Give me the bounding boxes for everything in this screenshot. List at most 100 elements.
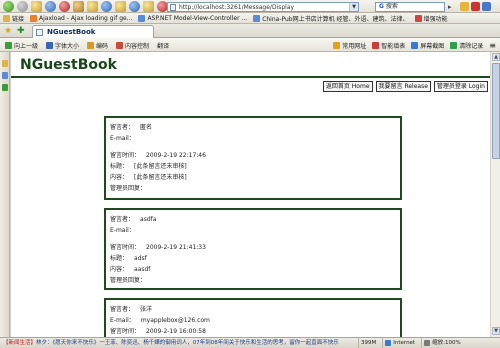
admin-login-button[interactable]: 管理员登录 Login (433, 81, 488, 92)
message-entry: 留言者： 张洋 E-mail： myapplebox@126.com 留言时间： 20… (104, 298, 402, 337)
search-placeholder: 搜索 (385, 3, 398, 10)
home-icon[interactable] (73, 0, 84, 12)
links-item-enhance[interactable]: 增强功能 (414, 14, 448, 23)
status-bar: 【新闻生活】林夕：《愿天你来不快乐》一王菲、陈奕迅、杨千嬅的御用词人，07年到0… (0, 337, 500, 348)
address-url[interactable]: http://localhost:3261/Message/Display (179, 4, 349, 11)
page-viewport: NGuestBook 返回首页 Home 我要留言 Release 管理员登录 … (11, 52, 490, 337)
page-icon (36, 29, 43, 36)
time-value: 2009-2-19 21:41:33 (146, 244, 206, 251)
search-go-icon[interactable]: ▸ (448, 2, 457, 12)
zone-indicator: Internet (382, 338, 417, 348)
subject-value: [此条留言还未审核] (134, 163, 187, 170)
message-entry: 留言者： 匿名 E-mail： 留言时间： 2009-2-19 22:17:46 标… (104, 116, 402, 200)
status-message[interactable]: 【新闻生活】林夕：《愿天你来不快乐》一王菲、陈奕迅、杨千嬅的御用词人，07年到0… (3, 338, 353, 348)
menu-icon[interactable]: ≡ (489, 42, 496, 50)
site-nav: 返回首页 Home 我要留言 Release 管理员登录 Login (322, 81, 488, 92)
person-icon[interactable] (2, 72, 8, 79)
scroll-down-icon[interactable]: ▼ (492, 327, 500, 335)
stop-icon[interactable] (59, 0, 70, 12)
reply-row: 管理员回复： (110, 185, 147, 192)
scrollbar-thumb[interactable] (492, 63, 500, 159)
magnifier-icon (424, 340, 431, 346)
autofill-icon (372, 42, 380, 49)
author-value: 匿名 (140, 124, 153, 131)
tab-row: ★ ✚ NGuestBook (0, 24, 500, 38)
settings-icon[interactable] (482, 2, 491, 11)
star-icon (333, 42, 341, 49)
scroll-up-icon[interactable]: ▲ (492, 53, 500, 61)
history-icon[interactable] (101, 0, 112, 12)
reply-row: 管理员回复： (110, 277, 147, 284)
toolbar-end-icons (460, 2, 491, 11)
content-control-button[interactable]: 内容控制 (116, 41, 149, 50)
time-row: 留言时间： 2009-2-19 22:17:46 (110, 152, 206, 159)
mail-icon[interactable] (115, 0, 126, 12)
forward-icon[interactable] (17, 0, 28, 12)
left-sidebar (0, 52, 10, 337)
refresh-icon[interactable] (2, 84, 8, 91)
links-item-links[interactable]: 链接 (3, 14, 24, 23)
encoding-icon (87, 42, 95, 49)
edit-icon[interactable] (143, 0, 154, 12)
arrow-up-icon (5, 42, 12, 49)
links-item-chinapub[interactable]: China-Pub网上书店计算机 经管、外语、建筑、法律、 (253, 14, 409, 23)
enhance-icon (414, 14, 422, 22)
author-value: asdfa (140, 216, 157, 223)
content-row: 内容： aasdf (110, 266, 151, 273)
vertical-scrollbar[interactable]: ▲ ▼ (490, 52, 500, 337)
globe-icon (385, 340, 392, 346)
time-value: 2009-2-19 22:17:46 (146, 152, 206, 159)
site-header: NGuestBook (11, 52, 490, 78)
screenshot-button[interactable]: 屏幕截图 (411, 41, 444, 50)
favorites-icon[interactable] (87, 0, 98, 12)
content-value: [此条留言还未审核] (134, 174, 187, 181)
message-entry: 留言者： asdfa E-mail： 留言时间： 2009-2-19 21:41:3… (104, 208, 402, 290)
command-bar: 向上一级 字体大小 编码 内容控制 翻译 常用网址 智能填表 屏幕截图 清除记录… (0, 38, 500, 52)
refresh-icon[interactable] (45, 0, 56, 12)
alert-icon[interactable] (471, 2, 480, 11)
links-item-aspnet[interactable]: ASP.NET Model-View-Controller ... (138, 14, 247, 22)
subject-row: 标题： adsf (110, 255, 147, 262)
author-row: 留言者： 张洋 (110, 306, 153, 313)
up-one-level-button[interactable]: 向上一级 (5, 41, 38, 50)
author-row: 留言者： asdfa (110, 216, 157, 223)
email-row: E-mail： (110, 227, 135, 234)
encoding-button[interactable]: 编码 (87, 41, 108, 50)
email-value: myapplebox@126.com (140, 317, 210, 324)
address-bar[interactable]: http://localhost:3261/Message/Display ▼ (167, 2, 359, 12)
favorites-center-icon[interactable]: ★ (4, 26, 12, 36)
page-icon (253, 14, 261, 22)
links-toolbar: 链接 Ajaxload - Ajax loading gif ge... ASP… (0, 13, 500, 24)
add-favorite-icon[interactable]: ✚ (17, 26, 25, 36)
chevron-down-icon[interactable]: ▼ (349, 3, 358, 11)
font-icon (46, 42, 54, 49)
search-input[interactable]: G 搜索 (375, 2, 445, 12)
translate-button[interactable]: 翻译 (157, 41, 169, 50)
tab-nguestbook[interactable]: NGuestBook (32, 25, 154, 38)
subject-value: adsf (134, 255, 147, 262)
tab-title: NGuestBook (47, 28, 96, 36)
favorites-icon[interactable] (2, 60, 8, 67)
folder-icon (3, 14, 10, 22)
time-value: 2009-2-19 16:00:58 (146, 328, 206, 335)
zoom-control[interactable]: 缩放:100% (421, 338, 463, 348)
camera-icon (411, 42, 419, 49)
font-size-button[interactable]: 字体大小 (46, 41, 79, 50)
page-icon (30, 14, 38, 22)
links-item-ajaxload[interactable]: Ajaxload - Ajax loading gif ge... (30, 14, 132, 22)
time-row: 留言时间： 2009-2-19 16:00:58 (110, 328, 206, 335)
print-icon[interactable] (129, 0, 140, 12)
home-button[interactable]: 返回首页 Home (322, 81, 373, 92)
clear-history-button[interactable]: 清除记录 (450, 41, 483, 50)
favorites-star-icon[interactable] (460, 2, 469, 11)
back-icon[interactable] (3, 0, 14, 12)
autofill-button[interactable]: 智能填表 (372, 41, 405, 50)
content-row: 内容： [此条留言还未审核] (110, 174, 187, 181)
new-window-icon[interactable] (31, 0, 42, 12)
common-sites-button[interactable]: 常用网址 (333, 41, 366, 50)
google-icon: G (379, 3, 384, 10)
subject-row: 标题： [此条留言还未审核] (110, 163, 187, 170)
content-value: aasdf (134, 266, 151, 273)
memory-readout: 399M (358, 338, 378, 348)
release-button[interactable]: 我要留言 Release (375, 81, 431, 92)
